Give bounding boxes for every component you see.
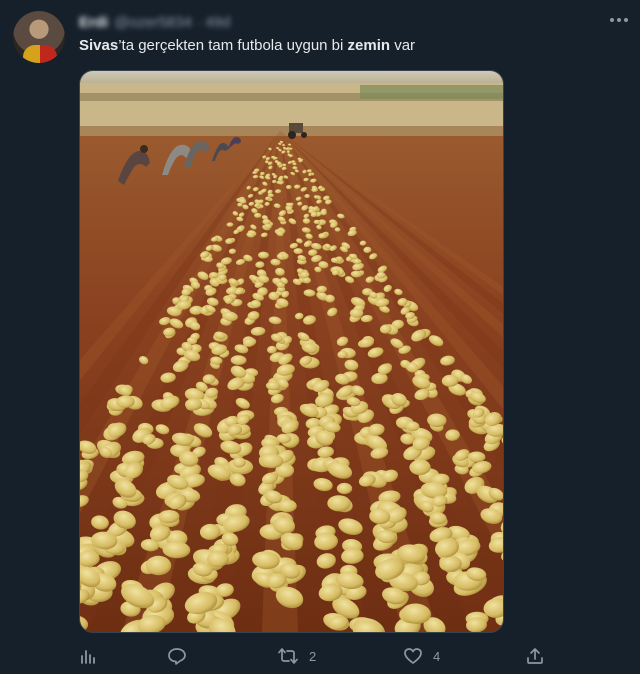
reply-button[interactable]: [167, 643, 187, 669]
speech-bubble-icon: [168, 648, 186, 665]
tweet[interactable]: Erdi @ozer5834 · 49d Sivas’ta gerçekten …: [0, 0, 640, 674]
tweet-actions: 2 4: [79, 643, 549, 669]
tweet-header: Erdi @ozer5834 · 49d: [79, 12, 230, 32]
bar-chart-icon: [81, 650, 95, 664]
retweet-count: 2: [309, 648, 317, 664]
share-button[interactable]: [525, 643, 545, 669]
avatar[interactable]: [13, 11, 65, 63]
tweet-text: Sivas’ta gerçekten tam futbola uygun bi …: [79, 37, 415, 54]
tweet-text-normal-2: var: [390, 37, 416, 54]
tweet-media-photo[interactable]: [79, 70, 504, 633]
potato-field-photo: [80, 71, 503, 632]
analytics-button[interactable]: [79, 643, 97, 669]
author-name[interactable]: Erdi: [79, 14, 108, 31]
retweet-button[interactable]: 2: [277, 643, 316, 669]
retweet-icon: [278, 648, 298, 664]
heart-icon: [404, 648, 422, 664]
more-options-icon[interactable]: [606, 10, 632, 30]
tweet-text-bold-2: zemin: [347, 37, 391, 54]
avatar-jersey: [23, 45, 57, 63]
share-upload-icon: [527, 648, 543, 664]
author-handle[interactable]: @ozer5834 · 49d: [114, 14, 230, 31]
tweet-text-normal-1: ’ta gerçekten tam futbola uygun bi: [118, 37, 348, 54]
like-button[interactable]: 4: [403, 643, 440, 669]
tweet-text-bold-1: Sivas: [79, 37, 119, 54]
like-count: 4: [433, 648, 441, 664]
